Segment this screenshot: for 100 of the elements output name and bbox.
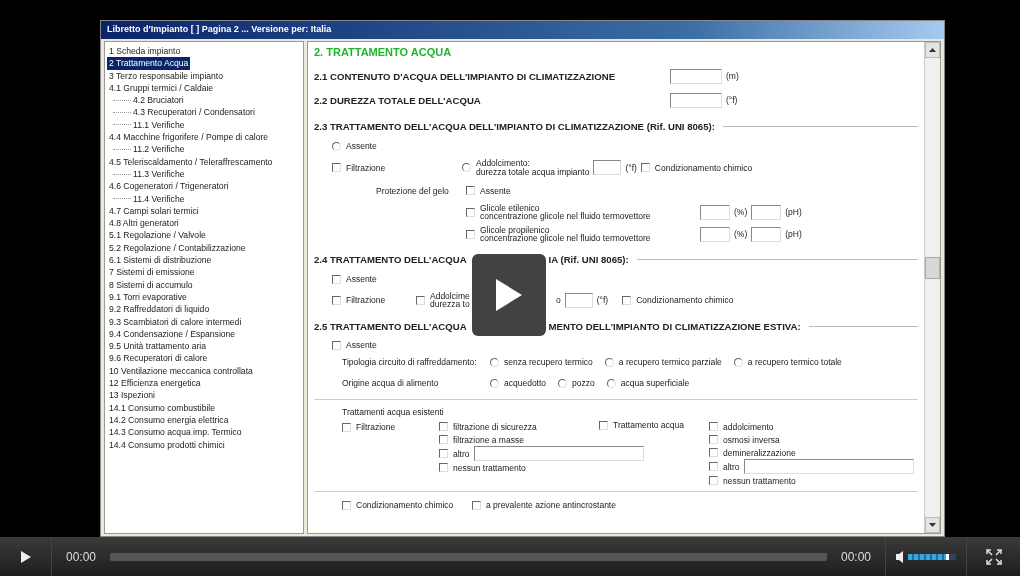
input-field[interactable] [564,292,593,308]
tree-item[interactable]: 9.6 Recuperatori di calore [107,352,210,365]
section-heading: 2.5 TRATTAMENTO DELL'ACQUA [314,321,467,332]
checkbox[interactable]: Glicole etilenico concentrazione glicole nel fluido termovettore [466,203,651,221]
tree-item[interactable]: 2 Trattamento Acqua [107,57,191,70]
field-label: Tipologia circuito di raffreddamento: [342,357,477,367]
tree-item[interactable]: 14.4 Consumo prodotti chimici [107,438,227,451]
radio-button[interactable]: Addolcimento: durezza totale acqua impianto [462,159,590,176]
radio-button[interactable]: a recupero termico parziale [604,357,722,367]
input-field[interactable] [473,446,644,461]
checkbox[interactable]: altro [439,448,470,459]
tree-item[interactable]: 6.1 Sistemi di distribuzione [107,254,214,267]
tree-item[interactable]: 10 Ventilazione meccanica controllata [107,364,255,377]
tree-item[interactable]: 9.5 Unità trattamento aria [107,340,208,353]
tree-item[interactable]: 4.1 Gruppi termici / Caldaie [107,81,216,95]
checkbox[interactable]: nessun trattamento [439,462,526,473]
window-title: Libretto d'Impianto [ ] Pagina 2 ... Versione per: Italia [101,21,944,39]
input-field[interactable] [743,459,914,474]
checkbox[interactable]: Condizionamento chimico [640,162,753,173]
tree-item[interactable]: 8 Sistemi di accumulo [107,278,195,291]
section-heading: 2.2 DUREZZA TOTALE DELL'ACQUA [314,94,481,106]
checkbox[interactable]: Trattamento acqua [599,420,685,430]
down-arrow-icon [929,523,936,527]
tree-item[interactable]: 4.6 Cogeneratori / Trigeneratori [107,180,231,193]
tree-item[interactable]: 4.7 Campi solari termici [107,204,201,218]
checkbox[interactable]: Assente [332,274,377,284]
volume-slider[interactable] [908,553,956,560]
input-field[interactable] [700,226,730,242]
input-field[interactable] [593,160,622,175]
checkbox[interactable]: Filtrazione [342,422,396,432]
page-title: 2. TRATTAMENTO ACQUA [314,46,453,58]
input-field[interactable] [700,204,730,220]
tree-item[interactable]: 4.3 Recuperatori / Condensatori [131,106,257,119]
checkbox[interactable]: nessun trattamento [709,475,796,486]
unit-label: (°f) [596,295,609,305]
radio-button[interactable]: pozzo [558,378,595,388]
checkbox[interactable]: Addolcime durezza to [416,291,470,309]
radio-button[interactable]: Assente [332,141,377,151]
tree-item[interactable]: 11.2 Verifiche [131,143,187,156]
tree-item[interactable]: 11.4 Verifiche [131,192,187,205]
checkbox[interactable]: Glicole propilenico concentrazione glicole nel fluido termovettore [466,225,651,243]
checkbox[interactable]: Assente [466,185,511,196]
input-field[interactable] [751,204,782,220]
scrollbar-thumb[interactable] [925,256,940,279]
input-field[interactable] [751,226,782,242]
unit-label: (pH) [785,229,802,239]
tree-item[interactable]: 12 Efficienza energetica [107,377,203,390]
checkbox[interactable]: Condizionamento chimico [622,295,734,305]
tree-item[interactable]: 4.5 Teleriscaldamento / Teleraffrescamento [107,155,275,168]
checkbox[interactable]: filtrazione a masse [439,434,524,445]
field-label: Protezione del gelo [376,185,449,196]
input-field[interactable] [670,92,722,108]
tree-item[interactable]: 4.4 Macchine frigorifere / Pompe di calore [107,131,271,144]
unit-label: (%) [734,207,748,217]
tree-item[interactable]: 14.2 Consumo energia elettrica [107,413,231,427]
tree-item[interactable]: 1 Scheda impianto [107,45,183,58]
checkbox[interactable]: demineralizzazione [709,447,796,458]
radio-button[interactable]: acquedotto [490,378,547,388]
radio-button[interactable]: acqua superficiale [606,378,690,388]
tree-item[interactable]: 14.1 Consumo combustibile [107,401,218,414]
tree-item[interactable]: 11.1 Verifiche [131,118,187,132]
tree-item[interactable]: 3 Terzo responsabile impianto [107,69,225,82]
speaker-icon[interactable] [896,550,904,563]
radio-button[interactable]: a recupero termico totale [733,357,842,367]
tree-item[interactable]: 5.1 Regolazione / Valvole [107,229,208,242]
unit-label: (°f) [726,95,738,105]
checkbox[interactable]: Filtrazione [332,295,386,305]
tree-item[interactable]: 5.2 Regolazione / Contabilizzazione [107,241,248,255]
radio-button[interactable]: senza recupero termico [490,357,593,367]
checkbox[interactable]: Assente [332,340,377,350]
elapsed-time: 00:00 [66,549,97,564]
play-overlay-button[interactable] [472,254,546,336]
tree-item[interactable]: 9.1 Torri evaporative [107,290,189,304]
tree-item[interactable]: 11.3 Verifiche [131,167,187,181]
tree-item[interactable]: 9.3 Scambiatori di calore intermedi [107,315,244,328]
section-heading: IA (Rif. UNI 8065): [548,254,629,265]
tree-item[interactable]: 13 Ispezioni [107,389,157,402]
tree-item[interactable]: 14.3 Consumo acqua imp. Termico [107,426,244,439]
checkbox[interactable]: altro [709,461,740,472]
checkbox[interactable]: osmosi inversa [709,434,780,445]
tree-item[interactable]: 4.8 Altri generatori [107,217,181,230]
up-arrow-icon [929,48,936,52]
progress-track[interactable] [110,552,827,561]
unit-label: (°f) [625,162,637,173]
fullscreen-icon [985,548,1002,565]
duration-time: 00:00 [840,549,871,564]
unit-label: (pH) [785,207,802,217]
input-field[interactable] [670,68,722,84]
tree-item[interactable]: 4.2 Bruciatori [131,94,186,107]
scrollbar[interactable] [924,42,940,533]
checkbox[interactable]: filtrazione di sicurezza [439,421,537,432]
field-label: o [556,295,561,305]
unit-label: (%) [734,229,748,239]
tree-item[interactable]: 7 Sistemi di emissione [107,266,197,279]
tree-item[interactable]: 9.4 Condensazione / Espansione [107,327,238,341]
checkbox[interactable]: a prevalente azione antincrostante [472,500,616,510]
checkbox[interactable]: Filtrazione [332,162,386,173]
checkbox[interactable]: Condizionamento chimico [342,500,454,510]
tree-item[interactable]: 9.2 Raffreddatori di liquido [107,303,212,316]
checkbox[interactable]: addolcimento [709,421,774,432]
